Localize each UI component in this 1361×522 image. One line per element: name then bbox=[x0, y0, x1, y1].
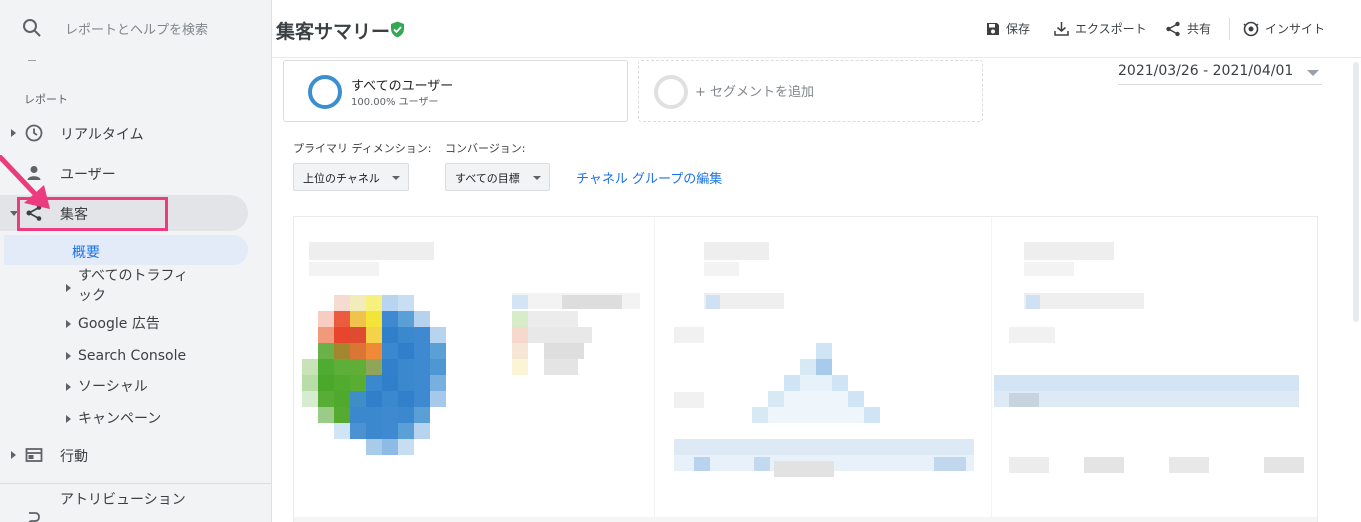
segment-circle-icon bbox=[654, 75, 688, 109]
sidebar-item-label: すべてのトラフィック bbox=[78, 268, 189, 304]
edit-channel-grouping-link[interactable]: チャネル グループの編集 bbox=[576, 168, 722, 187]
clock-icon bbox=[25, 124, 43, 142]
insights-label: インサイト bbox=[1265, 22, 1326, 36]
divider bbox=[0, 483, 271, 484]
sidebar-item-label: キャンペーン bbox=[78, 411, 162, 427]
dropdown-value: 上位のチャネル bbox=[303, 172, 380, 185]
line-chart-pixelated bbox=[674, 343, 974, 477]
export-label: エクスポート bbox=[1075, 22, 1147, 36]
search-bar[interactable]: レポートとヘルプを検索 bbox=[0, 0, 271, 56]
add-segment-button[interactable]: + セグメントを追加 bbox=[638, 60, 983, 122]
conversion-label: コンバージョン: bbox=[445, 142, 526, 155]
sidebar-item-campaigns[interactable]: キャンペーン bbox=[0, 409, 248, 431]
caret-right-icon bbox=[66, 284, 71, 292]
sidebar-item-google-ads[interactable]: Google 広告 bbox=[0, 314, 248, 336]
attribution-icon bbox=[28, 512, 40, 522]
sidebar-item-label: リアルタイム bbox=[60, 127, 144, 143]
sidebar: レポートとヘルプを検索 レポート リアルタイム ユーザー 集客 概要 すべてのト… bbox=[0, 0, 272, 522]
add-segment-label: + セグメントを追加 bbox=[695, 85, 815, 100]
chevron-down-icon bbox=[533, 176, 541, 180]
caret-right-icon bbox=[66, 352, 71, 360]
primary-dimension-label: プライマリ ディメンション: bbox=[293, 142, 432, 155]
caret-right-icon bbox=[11, 451, 16, 459]
caret-right-icon bbox=[66, 415, 71, 423]
sidebar-item-overview[interactable]: 概要 bbox=[4, 235, 248, 265]
sidebar-item-search-console[interactable]: Search Console bbox=[0, 346, 248, 368]
sidebar-item-label: アトリビューション bbox=[60, 492, 186, 508]
share-label: 共有 bbox=[1187, 22, 1212, 36]
caret-right-icon bbox=[66, 320, 71, 328]
sidebar-item-label: 行動 bbox=[60, 449, 88, 465]
insights-button[interactable]: インサイト bbox=[1243, 20, 1325, 37]
sidebar-item-label: Google 広告 bbox=[78, 316, 160, 332]
share-icon bbox=[1166, 21, 1180, 36]
page-title: 集客サマリー bbox=[276, 21, 391, 43]
sidebar-item-label: ユーザー bbox=[60, 167, 116, 183]
caret-right-icon bbox=[11, 129, 16, 137]
save-button[interactable]: 保存 bbox=[986, 20, 1030, 37]
search-input[interactable]: レポートとヘルプを検索 bbox=[65, 19, 208, 38]
date-range-picker[interactable]: 2021/03/26 - 2021/04/01 bbox=[1118, 63, 1322, 85]
report-header: 集客サマリー 保存 エクスポート 共有 インサイト bbox=[272, 0, 1361, 58]
sidebar-item-realtime[interactable]: リアルタイム bbox=[0, 115, 248, 151]
download-icon bbox=[1054, 22, 1069, 36]
insights-icon bbox=[1243, 21, 1259, 36]
conversion-dropdown[interactable]: すべての目標 bbox=[445, 163, 550, 191]
sidebar-item-behavior[interactable]: 行動 bbox=[0, 437, 248, 473]
report-panel bbox=[293, 216, 1318, 522]
segment-all-users[interactable]: すべてのユーザー 100.00% ユーザー bbox=[283, 60, 628, 122]
scrollbar[interactable] bbox=[1353, 62, 1359, 322]
sidebar-item-label: Search Console bbox=[78, 348, 187, 364]
search-icon bbox=[23, 19, 41, 37]
date-range-label: 2021/03/26 - 2021/04/01 bbox=[1118, 63, 1294, 79]
divider bbox=[28, 60, 36, 61]
sidebar-item-all-traffic[interactable]: すべてのトラフィック bbox=[0, 266, 248, 310]
section-label: レポート bbox=[24, 93, 68, 106]
pixelated-content bbox=[294, 217, 1317, 522]
segment-name: すべてのユーザー bbox=[351, 79, 454, 94]
save-label: 保存 bbox=[1006, 22, 1031, 36]
sidebar-item-social[interactable]: ソーシャル bbox=[0, 377, 248, 399]
chevron-down-icon bbox=[1307, 70, 1319, 76]
caret-right-icon bbox=[66, 383, 71, 391]
save-icon bbox=[987, 22, 999, 35]
divider bbox=[1229, 18, 1230, 40]
chevron-down-icon bbox=[392, 176, 400, 180]
verified-shield-icon bbox=[391, 21, 404, 38]
behavior-icon bbox=[25, 448, 43, 462]
pie-chart-pixelated bbox=[302, 295, 446, 455]
sidebar-item-attribution[interactable]: アトリビューション bbox=[0, 488, 248, 522]
primary-dimension-dropdown[interactable]: 上位のチャネル bbox=[293, 163, 409, 191]
segment-share: 100.00% ユーザー bbox=[351, 97, 439, 108]
dropdown-value: すべての目標 bbox=[455, 172, 520, 185]
segment-circle-icon bbox=[308, 75, 342, 109]
export-button[interactable]: エクスポート bbox=[1054, 20, 1147, 37]
pointer-arrow-icon bbox=[0, 155, 50, 209]
sidebar-item-label: 概要 bbox=[72, 245, 100, 261]
legend-pixelated bbox=[512, 293, 640, 375]
share-button[interactable]: 共有 bbox=[1165, 20, 1211, 37]
sidebar-item-label: ソーシャル bbox=[78, 379, 148, 395]
